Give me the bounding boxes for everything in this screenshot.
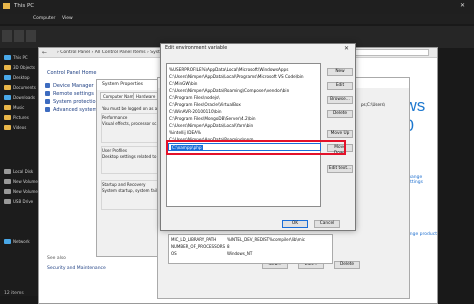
close-icon[interactable]: ✕ <box>460 2 465 9</box>
list-item[interactable]: C:\Program Files\MongoDB\Server\4.2\bin <box>169 115 320 122</box>
usb-icon <box>4 199 11 204</box>
system-variables-list[interactable]: MIC_LD_LIBRARY_PATH %INTEL_DEV_REDIST%co… <box>168 234 333 264</box>
delete-button[interactable]: Delete <box>334 261 360 269</box>
network-icon <box>4 239 11 244</box>
value-overflow-text: ps;C:\Users\ <box>361 102 386 107</box>
delete-button[interactable]: Delete <box>327 110 353 118</box>
control-panel-home-link[interactable]: Control Panel Home <box>47 70 97 76</box>
security-maintenance-link[interactable]: Security and Maintenance <box>47 266 106 271</box>
nav-item[interactable]: Network <box>4 238 38 246</box>
table-row[interactable]: NUMBER_OF_PROCESSORS 8 <box>171 243 331 250</box>
desktop-icon <box>4 75 11 80</box>
download-icon <box>4 95 11 100</box>
properties-icon[interactable] <box>2 30 12 42</box>
drive-icon <box>4 189 11 194</box>
nav-item[interactable]: Pictures <box>4 114 38 122</box>
dialog-title: Edit environment variable <box>165 46 228 51</box>
explorer-titlebar: This PC ✕ <box>0 0 474 14</box>
see-also-heading: See also <box>47 256 66 261</box>
startup-desc: System startup, system failure <box>102 188 162 193</box>
videos-icon <box>4 125 11 130</box>
highlight-annotation-box <box>166 140 346 155</box>
shield-icon <box>45 91 50 96</box>
navigation-pane: This PC 3D Objects Desktop Documents Dow… <box>0 48 38 296</box>
new-button[interactable]: New <box>327 68 353 76</box>
nav-item[interactable]: This PC <box>4 54 38 62</box>
folder-icon <box>4 65 11 70</box>
tab-view[interactable]: View <box>62 16 73 21</box>
pictures-icon <box>4 115 11 120</box>
list-item[interactable]: %USERPROFILE%\AppData\Local\Microsoft\Wi… <box>169 66 320 73</box>
list-item[interactable]: %intellij IDEA% <box>169 129 320 136</box>
ok-button[interactable]: OK <box>282 220 308 228</box>
close-icon[interactable]: ✕ <box>344 45 349 52</box>
cancel-button[interactable]: Cancel <box>314 220 340 228</box>
tab-computer[interactable]: Computer <box>33 16 55 21</box>
performance-label: Performance <box>102 115 128 120</box>
list-item[interactable]: C:\Users\Nimper\AppData\Roaming\Composer… <box>169 87 320 94</box>
rename-icon[interactable] <box>26 30 36 42</box>
list-item[interactable]: C:\WinAVR-20100110\bin <box>169 108 320 115</box>
nav-item[interactable]: New Volume <box>4 178 38 186</box>
drive-icon <box>4 179 11 184</box>
nav-item[interactable]: Videos <box>4 124 38 132</box>
nav-item[interactable]: Downloads <box>4 94 38 102</box>
path-list[interactable]: %USERPROFILE%\AppData\Local\Microsoft\Wi… <box>166 63 321 207</box>
back-arrow-icon[interactable]: ← <box>42 49 47 56</box>
browse-button[interactable]: Browse... <box>327 96 353 104</box>
edit-text-button[interactable]: Edit text... <box>327 165 353 173</box>
performance-desc: Visual effects, processor sched <box>102 121 162 126</box>
folder-icon <box>3 3 10 9</box>
table-row[interactable]: OS Windows_NT <box>171 250 331 257</box>
nav-item[interactable]: Documents <box>4 84 38 92</box>
shield-icon <box>45 83 50 88</box>
list-item[interactable]: C:\Users\Nimper\AppData\Local\Programs\M… <box>169 73 320 80</box>
pc-icon <box>4 55 11 60</box>
startup-label: Startup and Recovery <box>102 182 146 187</box>
window-title: This PC <box>14 3 35 9</box>
nav-item[interactable]: Desktop <box>4 74 38 82</box>
list-item[interactable]: C:\MinGW\bin <box>169 80 320 87</box>
drive-icon <box>4 169 11 174</box>
dialog-title: System Properties <box>102 82 143 87</box>
folder-icon <box>4 85 11 90</box>
nav-item[interactable]: New Volume <box>4 188 38 196</box>
open-icon[interactable] <box>14 30 24 42</box>
edit-environment-variable-dialog: Edit environment variable ✕ %USERPROFILE… <box>160 43 356 231</box>
shield-icon <box>45 99 50 104</box>
status-bar-text: 12 items <box>4 291 24 296</box>
nav-item[interactable]: 3D Objects <box>4 64 38 72</box>
move-up-button[interactable]: Move Up <box>327 130 353 138</box>
list-item[interactable]: C:\Program Files\Oracle\VirtualBox <box>169 101 320 108</box>
nav-item[interactable]: Music <box>4 104 38 112</box>
list-item[interactable]: C:\Program Files\nodejs\ <box>169 94 320 101</box>
music-icon <box>4 105 11 110</box>
user-profiles-label: User Profiles <box>102 148 127 153</box>
nav-item[interactable]: USB Drive <box>4 198 38 206</box>
edit-button[interactable]: Edit <box>327 82 353 90</box>
tab-hardware[interactable]: Hardware <box>133 92 159 100</box>
shield-icon <box>45 107 50 112</box>
admin-note: You must be logged on as an A <box>102 106 162 111</box>
list-item[interactable]: C:\Users\Nimper\AppData\Local\Yarn\bin <box>169 122 320 129</box>
table-row[interactable]: MIC_LD_LIBRARY_PATH %INTEL_DEV_REDIST%co… <box>171 236 331 243</box>
user-profiles-desc: Desktop settings related to you <box>102 154 162 159</box>
nav-item[interactable]: Local Disk <box>4 168 38 176</box>
